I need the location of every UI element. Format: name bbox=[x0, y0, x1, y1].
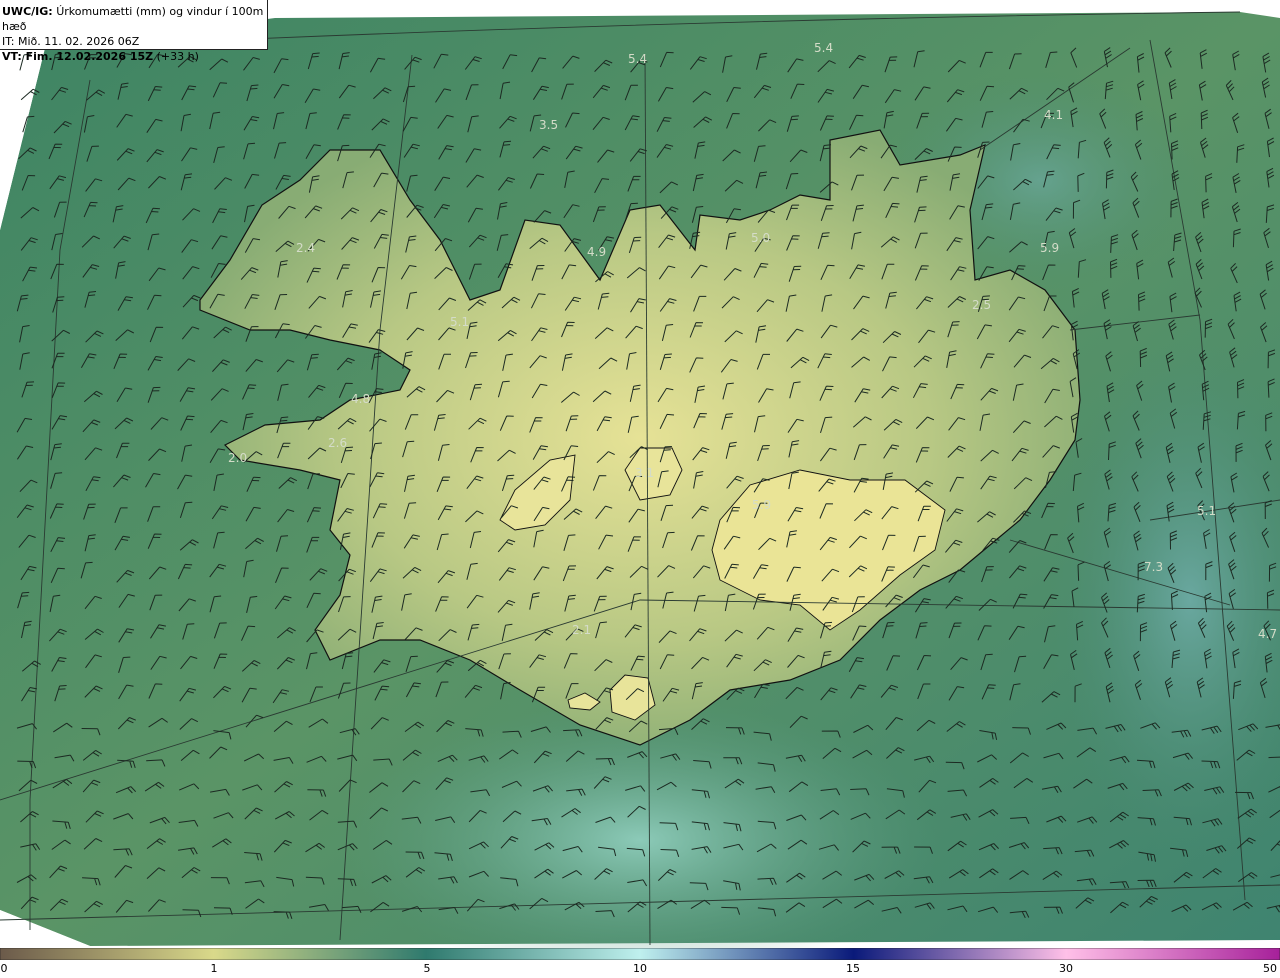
map-label: 4.9 bbox=[587, 245, 606, 259]
map-label: 2.0 bbox=[228, 451, 247, 465]
map-label: 5.1 bbox=[450, 315, 469, 329]
map-label: 2.6 bbox=[328, 436, 347, 450]
map-label: 4.8 bbox=[351, 392, 370, 406]
precipitation-wind-map: 5.4 5.4 3.5 4.1 2.4 4.9 5.0 5.9 5.1 2.5 … bbox=[0, 11, 1280, 948]
map-label: 5.9 bbox=[1040, 241, 1059, 255]
forecast-offset: (+33 h) bbox=[156, 50, 199, 63]
model-code: UWC/IG: bbox=[2, 5, 53, 18]
colorbar-tick: 10 bbox=[633, 962, 647, 975]
colorbar-labels: 0 1 5 10 15 30 50 bbox=[0, 962, 1280, 978]
colorbar-tick: 30 bbox=[1059, 962, 1073, 975]
colorbar-tick: 0 bbox=[0, 962, 8, 975]
colorbar-tick: 5 bbox=[423, 962, 431, 975]
map-label: 7.3 bbox=[1144, 560, 1163, 574]
map-label: 2.4 bbox=[296, 241, 315, 255]
map-label: 2.5 bbox=[972, 298, 991, 312]
init-time: IT: Mið. 11. 02. 2026 06Z bbox=[2, 35, 140, 48]
colorbar-tick: 50 bbox=[1263, 962, 1277, 975]
colorbar bbox=[0, 948, 1280, 960]
map-label: 4.1 bbox=[1044, 108, 1063, 122]
map-label: 5.9 bbox=[752, 498, 771, 512]
map-label: 5.1 bbox=[1197, 504, 1216, 518]
map-label: 2.1 bbox=[572, 623, 591, 637]
map-label: 5.4 bbox=[628, 52, 647, 66]
map-label: 5.0 bbox=[751, 231, 770, 245]
valid-time-label: VT: Fim. 12.02.2026 15Z bbox=[2, 50, 154, 63]
colorbar-tick: 1 bbox=[210, 962, 218, 975]
map-label: 3.1 bbox=[635, 466, 654, 480]
map-label: 4.7 bbox=[1258, 627, 1277, 641]
map-label: 3.5 bbox=[539, 118, 558, 132]
map-title: UWC/IG: Úrkomumætti (mm) og vindur í 100… bbox=[2, 4, 267, 34]
map-info-box: UWC/IG: Úrkomumætti (mm) og vindur í 100… bbox=[0, 0, 268, 63]
map-label: 5.4 bbox=[814, 41, 833, 55]
colorbar-tick: 15 bbox=[846, 962, 860, 975]
valid-time: VT: Fim. 12.02.2026 15Z (+33 h) bbox=[2, 49, 267, 64]
